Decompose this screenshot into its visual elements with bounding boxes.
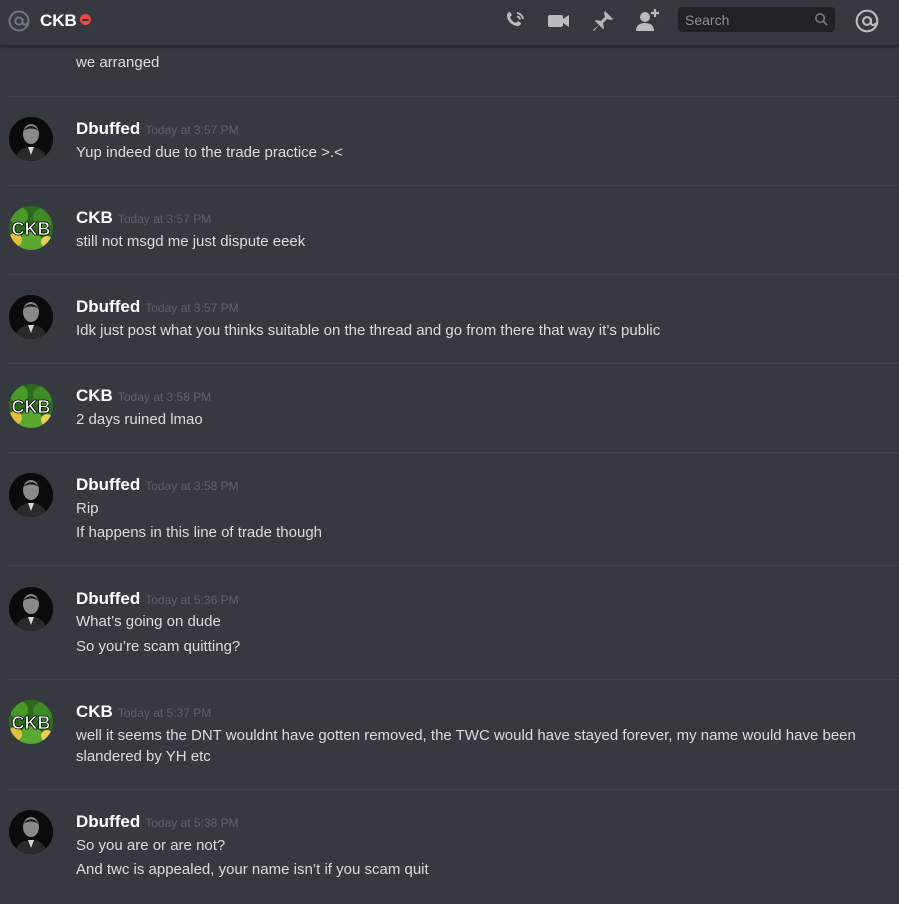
avatar[interactable]: CKB bbox=[9, 384, 53, 428]
message-author[interactable]: CKB Today at 5:37 PM bbox=[76, 702, 211, 722]
message-text: well it seems the DNT wouldnt have gotte… bbox=[76, 727, 856, 765]
avatar[interactable]: CKB bbox=[9, 206, 53, 250]
avatar[interactable] bbox=[9, 473, 53, 517]
search-icon bbox=[815, 13, 828, 26]
message-divider bbox=[8, 96, 899, 97]
message-timestamp: Today at 3:57 PM bbox=[145, 123, 239, 137]
message-text: Rip bbox=[76, 500, 99, 517]
message-text: 2 days ruined lmao bbox=[76, 411, 203, 428]
message-text: we arranged bbox=[76, 54, 160, 71]
message-text: So you’re scam quitting? bbox=[76, 638, 241, 655]
avatar[interactable] bbox=[9, 295, 53, 339]
avatar[interactable] bbox=[9, 587, 53, 631]
message-timestamp: Today at 3:58 PM bbox=[145, 479, 239, 493]
message-author[interactable]: Dbuffed Today at 3:57 PM bbox=[76, 119, 239, 139]
message-divider bbox=[8, 565, 899, 566]
search-input[interactable] bbox=[678, 7, 835, 32]
message-author[interactable]: CKB Today at 3:58 PM bbox=[76, 386, 211, 406]
add-friend-icon[interactable] bbox=[634, 7, 662, 35]
channel-header: CKB bbox=[0, 0, 899, 46]
svg-text:CKB: CKB bbox=[12, 397, 51, 417]
message-text: And twc is appealed, your name isn’t if … bbox=[76, 861, 429, 878]
message-list[interactable]: we arranged Dbuffed Today at 3:57 PM Yup … bbox=[0, 46, 899, 904]
message-divider bbox=[8, 679, 899, 680]
message-text: Yup indeed due to the trade practice >.< bbox=[76, 144, 343, 161]
at-icon bbox=[8, 10, 30, 32]
message-divider bbox=[8, 789, 899, 790]
dnd-status-icon bbox=[80, 14, 91, 25]
video-call-icon[interactable] bbox=[545, 7, 573, 35]
message-author[interactable]: Dbuffed Today at 5:36 PM bbox=[76, 589, 239, 609]
channel-title: CKB bbox=[40, 11, 77, 30]
message-text: So you are or are not? bbox=[76, 837, 226, 854]
avatar[interactable] bbox=[9, 810, 53, 854]
svg-text:CKB: CKB bbox=[12, 713, 51, 733]
message-author[interactable]: Dbuffed Today at 3:58 PM bbox=[76, 475, 239, 495]
voice-call-icon[interactable] bbox=[501, 7, 529, 35]
message-text: What’s going on dude bbox=[76, 613, 221, 630]
message-divider bbox=[8, 363, 899, 364]
message-timestamp: Today at 3:57 PM bbox=[145, 301, 239, 315]
message-text: still not msgd me just dispute eeek bbox=[76, 233, 306, 250]
message-divider bbox=[8, 274, 899, 275]
message-text: Idk just post what you thinks suitable o… bbox=[76, 322, 661, 339]
message-author[interactable]: Dbuffed Today at 5:38 PM bbox=[76, 812, 239, 832]
message-timestamp: Today at 5:37 PM bbox=[117, 706, 212, 720]
message-timestamp: Today at 5:36 PM bbox=[145, 593, 239, 607]
avatar[interactable]: CKB bbox=[9, 700, 53, 744]
message-timestamp: Today at 3:58 PM bbox=[117, 390, 212, 404]
message-timestamp: Today at 5:38 PM bbox=[145, 816, 239, 830]
message-author[interactable]: CKB Today at 3:57 PM bbox=[76, 208, 211, 228]
avatar[interactable] bbox=[9, 117, 53, 161]
message-timestamp: Today at 3:57 PM bbox=[117, 212, 212, 226]
message-text: If happens in this line of trade though bbox=[76, 524, 323, 541]
pin-icon[interactable] bbox=[589, 7, 617, 35]
mentions-icon[interactable] bbox=[854, 8, 880, 34]
message-divider bbox=[8, 452, 899, 453]
message-author[interactable]: Dbuffed Today at 3:57 PM bbox=[76, 297, 239, 317]
search-box[interactable] bbox=[678, 7, 835, 32]
svg-text:CKB: CKB bbox=[12, 219, 51, 239]
message-divider bbox=[8, 185, 899, 186]
